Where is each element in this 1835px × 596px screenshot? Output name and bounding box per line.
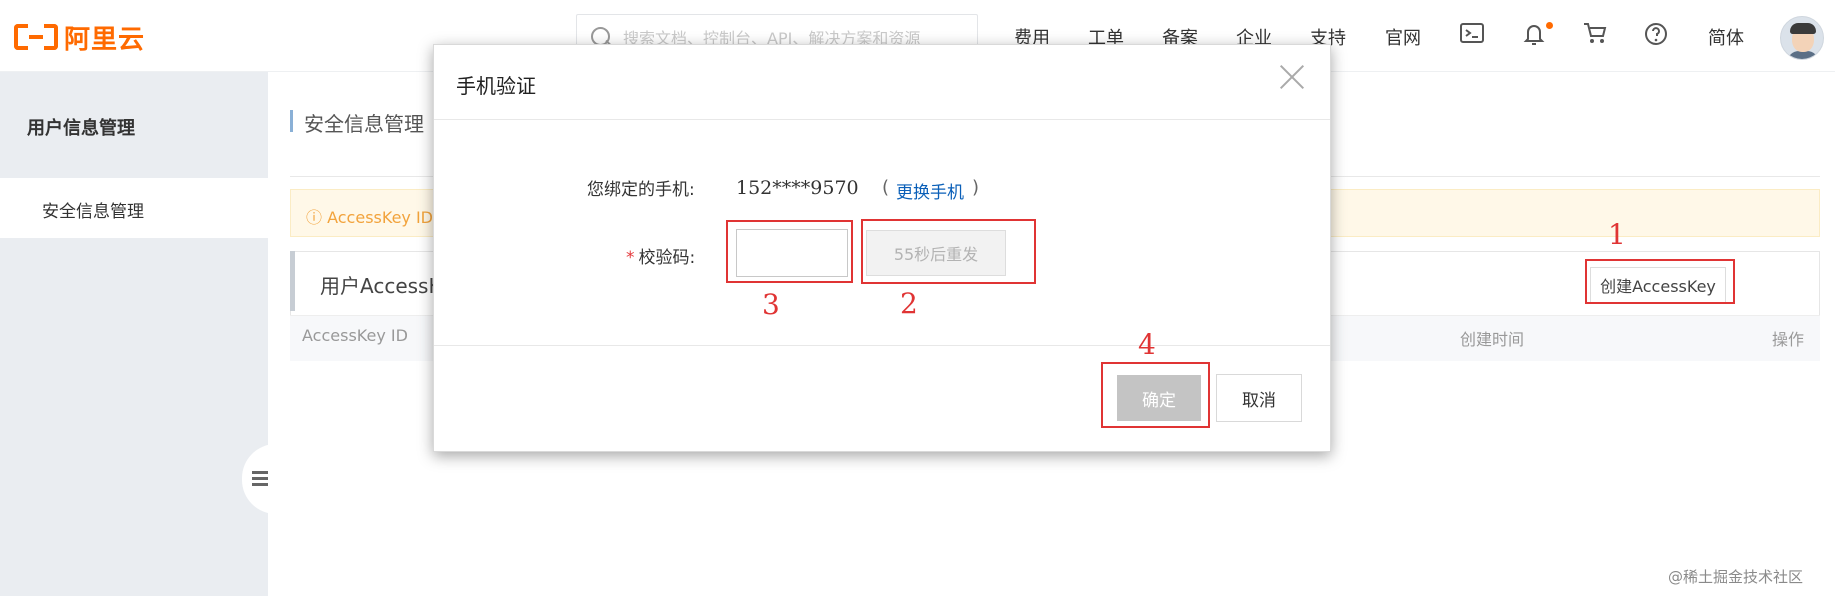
bound-phone-label: 您绑定的手机: (587, 180, 695, 200)
collapse-icon[interactable] (252, 470, 270, 488)
cancel-button[interactable]: 取消 (1216, 374, 1302, 422)
sidebar-item-label: 安全信息管理 (42, 202, 144, 222)
annotation-box-3 (726, 220, 853, 283)
dialog-header: 手机验证 (434, 45, 1330, 120)
dialog-footer-divider (434, 345, 1330, 346)
notice-text-value: AccessKey ID (327, 208, 433, 227)
column-header-accesskey-id: AccessKey ID (302, 326, 408, 345)
column-header-actions: 操作 (1772, 330, 1805, 349)
logo-text: 阿里云 (64, 24, 146, 55)
annotation-number-2: 2 (900, 287, 918, 320)
sidebar-item-security-info[interactable]: 安全信息管理 (0, 178, 268, 238)
sidebar: 用户信息管理 安全信息管理 (0, 72, 268, 596)
annotation-number-1: 1 (1608, 218, 1626, 251)
annotation-number-4: 4 (1138, 328, 1156, 361)
watermark: @稀土掘金技术社区 (1668, 568, 1804, 586)
terminal-icon[interactable] (1459, 22, 1485, 48)
aliyun-logo-icon (14, 22, 58, 52)
close-icon[interactable] (1279, 63, 1305, 89)
annotation-box-1 (1585, 259, 1735, 304)
bound-phone-number: 152****9570 (736, 177, 859, 199)
sidebar-section-title: 用户信息管理 (0, 72, 268, 178)
sidebar-title-text: 用户信息管理 (27, 118, 135, 139)
verification-code-label: * 校验码: (626, 243, 695, 268)
language-switch[interactable]: 简体 (1708, 24, 1744, 50)
required-mark: * (626, 248, 635, 268)
column-header-created-time: 创建时间 (1460, 330, 1525, 349)
notice-text: ⓘ AccessKey ID (306, 208, 433, 227)
avatar[interactable] (1780, 16, 1824, 60)
change-phone-link[interactable]: 更换手机 (896, 178, 964, 203)
code-label-text: 校验码: (638, 248, 696, 268)
cart-icon[interactable] (1582, 22, 1608, 48)
annotation-box-4 (1101, 362, 1210, 428)
notification-dot (1546, 22, 1553, 29)
paren-close: ) (972, 177, 980, 198)
help-icon[interactable] (1643, 22, 1669, 48)
dialog-title: 手机验证 (456, 74, 536, 98)
annotation-box-2 (861, 219, 1036, 284)
bell-icon[interactable] (1521, 22, 1547, 48)
aliyun-logo[interactable]: 阿里云 (14, 18, 145, 56)
paren-open: ( (882, 177, 890, 198)
page-title-accent (290, 110, 293, 132)
nav-official-site[interactable]: 官网 (1385, 24, 1421, 50)
panel-accent (290, 251, 295, 311)
page-title: 安全信息管理 (304, 112, 424, 136)
annotation-number-3: 3 (762, 288, 780, 321)
